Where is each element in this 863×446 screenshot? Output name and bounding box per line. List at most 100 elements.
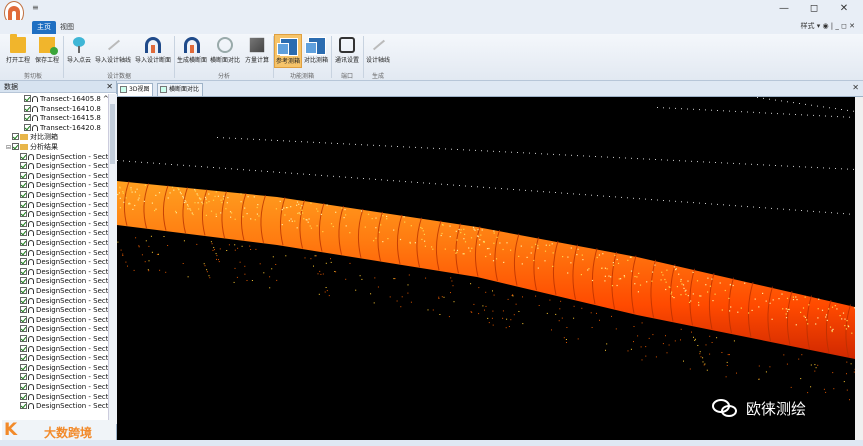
import-design-axis-button[interactable]: 导入设计轴线 (94, 34, 132, 68)
tree-item[interactable]: DesignSection - Sect (0, 392, 108, 402)
tree-checkbox[interactable] (20, 210, 27, 218)
speckle-point (526, 256, 528, 258)
tree-checkbox[interactable] (20, 354, 27, 362)
style-menu[interactable]: 样式 ▾ ◉ | _ ◻ ✕ (800, 21, 855, 31)
tree-item[interactable]: DesignSection - Sect (0, 248, 108, 258)
tree-item[interactable]: DesignSection - Sect (0, 305, 108, 315)
tree-checkbox[interactable] (20, 267, 27, 275)
tree-checkbox[interactable] (20, 373, 27, 381)
tree-item[interactable]: DesignSection - Sect (0, 238, 108, 248)
3d-viewport[interactable] (117, 97, 855, 440)
tree-item[interactable]: DesignSection - Sect (0, 324, 108, 334)
tree-checkbox[interactable] (20, 277, 27, 285)
open-project-button[interactable]: 打开工程 (4, 34, 32, 68)
speckle-point (531, 246, 533, 248)
tree-checkbox[interactable] (20, 287, 27, 294)
tab-home[interactable]: 主页 (32, 21, 56, 34)
tree-scroll-thumb[interactable] (110, 104, 115, 164)
restore-button[interactable]: ◻ (806, 3, 822, 14)
tree-checkbox[interactable] (20, 392, 27, 400)
ground-point (349, 262, 351, 264)
tree-checkbox[interactable] (20, 219, 27, 227)
tree-scrollbar[interactable] (108, 94, 117, 424)
tree-checkbox[interactable] (20, 200, 27, 208)
tree-item[interactable]: DesignSection - Sect (0, 286, 108, 296)
tree-item[interactable]: DesignSection - Sect (0, 209, 108, 219)
tree-checkbox[interactable] (20, 383, 27, 390)
tree-item[interactable]: DesignSection - Sect (0, 353, 108, 363)
tree-item[interactable]: DesignSection - Sect (0, 228, 108, 238)
tree-checkbox[interactable] (20, 171, 27, 179)
tree-item[interactable]: DesignSection - Sect (0, 296, 108, 306)
tree-checkbox[interactable] (20, 258, 27, 266)
tree-checkbox[interactable] (20, 306, 27, 314)
tree-item[interactable]: 对比测箱 (0, 132, 108, 142)
tree-checkbox[interactable] (12, 133, 19, 141)
tree-item[interactable]: Transect-16420.8 (0, 123, 108, 133)
tree-item[interactable]: DesignSection - Sect (0, 267, 108, 277)
tree-item[interactable]: DesignSection - Sect (0, 344, 108, 354)
volume-calc-button[interactable]: 方量计算 (242, 34, 272, 68)
comm-settings-button[interactable]: 通讯设置 (332, 34, 362, 68)
cross-section-compare-button[interactable]: 横断面对比 (208, 34, 242, 68)
quick-access-menu[interactable]: ≡ (32, 3, 39, 12)
tree-checkbox[interactable] (20, 152, 27, 160)
close-button[interactable]: ✕ (836, 3, 852, 14)
tree-checkbox[interactable] (12, 143, 19, 150)
import-point-cloud-button[interactable]: 导入点云 (64, 34, 94, 68)
tree-item[interactable]: DesignSection - Sect (0, 372, 108, 382)
tree-checkbox[interactable] (24, 104, 31, 112)
tree-item[interactable]: DesignSection - Sect (0, 276, 108, 286)
import-design-section-button[interactable]: 导入设计断面 (132, 34, 174, 68)
minimize-button[interactable]: — (776, 3, 792, 14)
design-axis-button[interactable]: 设计轴线 (364, 34, 392, 68)
tree-checkbox[interactable] (20, 363, 27, 371)
compare-box-button[interactable]: 对比测箱 (302, 34, 330, 68)
tree-item[interactable]: DesignSection - Sect (0, 382, 108, 392)
tree-item[interactable]: DesignSection - Sect (0, 200, 108, 210)
tab-3d-view[interactable]: 3D视图 (117, 83, 154, 96)
view-close-button[interactable]: ✕ (852, 83, 859, 92)
tree-item[interactable]: DesignSection - Sect (0, 152, 108, 162)
tree-item[interactable]: DesignSection - Sect (0, 171, 108, 181)
panel-close-button[interactable]: ✕ (106, 81, 113, 93)
save-project-button[interactable]: 保存工程 (32, 34, 62, 68)
tree-item[interactable]: Transect-16415.8 (0, 113, 108, 123)
tree-item[interactable]: DesignSection - Sect (0, 161, 108, 171)
tree-item[interactable]: DesignSection - Sect (0, 363, 108, 373)
tree-item[interactable]: DesignSection - Sect (0, 315, 108, 325)
speckle-point (422, 230, 424, 232)
tree-checkbox[interactable] (20, 335, 27, 342)
viewport-scrollbar[interactable] (855, 97, 863, 440)
tree-checkbox[interactable] (20, 191, 27, 198)
ground-point (573, 317, 575, 319)
tree-checkbox[interactable] (24, 114, 31, 122)
tree-checkbox[interactable] (20, 229, 27, 237)
tab-cross-section-compare[interactable]: 横断面对比 (157, 83, 204, 96)
tree-checkbox[interactable] (20, 344, 27, 352)
tree-item[interactable]: DesignSection - Sect (0, 190, 108, 200)
tree-checkbox[interactable] (20, 239, 27, 246)
tree-item[interactable]: DesignSection - Sect (0, 257, 108, 267)
tree-item[interactable]: Transect-16410.8 (0, 104, 108, 114)
tree-checkbox[interactable] (20, 162, 27, 170)
tree-item[interactable]: ⊟ 分析结果 (0, 142, 108, 152)
grid-dot (703, 161, 704, 163)
tree-checkbox[interactable] (20, 181, 27, 189)
tree-checkbox[interactable] (24, 95, 31, 102)
tree-item[interactable]: DesignSection - Sect (0, 401, 108, 411)
tree-checkbox[interactable] (20, 402, 27, 410)
tab-view[interactable]: 视图 (56, 21, 78, 34)
tree-checkbox[interactable] (20, 325, 27, 333)
tree-item[interactable]: DesignSection - Sect (0, 219, 108, 229)
reference-box-button[interactable]: 参考测箱 (274, 34, 302, 68)
speckle-point (132, 208, 134, 210)
tree-item[interactable]: DesignSection - Sect (0, 334, 108, 344)
tree-item[interactable]: Transect-16405.8 ^ (0, 94, 108, 104)
tree-checkbox[interactable] (20, 248, 27, 256)
generate-cross-section-button[interactable]: 生成横断面 (176, 34, 208, 68)
tree-checkbox[interactable] (24, 123, 31, 131)
tree-checkbox[interactable] (20, 296, 27, 304)
tree-item[interactable]: DesignSection - Sect (0, 180, 108, 190)
tree-checkbox[interactable] (20, 315, 27, 323)
